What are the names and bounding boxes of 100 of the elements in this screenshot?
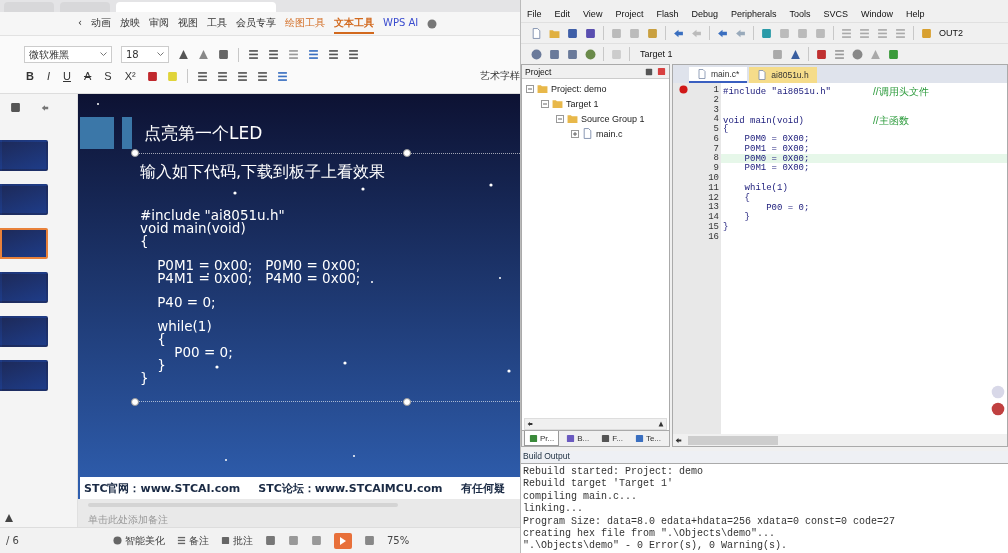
format-button[interactable]: X² [122, 70, 138, 82]
save-all-icon[interactable] [585, 27, 596, 39]
format-button[interactable]: B [24, 70, 36, 82]
selection-handle[interactable] [403, 398, 411, 406]
menu-tab[interactable]: WPS AI [383, 15, 419, 32]
scrollbar[interactable] [524, 418, 667, 430]
selection-handle[interactable] [403, 149, 411, 157]
chevron-down-icon[interactable] [100, 52, 107, 57]
format-button[interactable]: A [81, 70, 94, 82]
open-folder-icon[interactable] [549, 27, 560, 39]
menu-tab[interactable]: 审阅 [149, 13, 169, 34]
slide-thumbnail[interactable] [0, 272, 48, 303]
indent-icon[interactable] [841, 27, 852, 39]
search-icon[interactable] [427, 18, 438, 29]
menu-tab[interactable]: 绘图工具 [285, 13, 325, 34]
circle-icon[interactable] [991, 402, 1005, 416]
align-left-icon[interactable] [196, 70, 208, 82]
play-button[interactable] [333, 532, 352, 549]
menu-item[interactable]: View [583, 9, 603, 19]
rebuild-icon[interactable] [549, 48, 560, 60]
slide-thumbnail[interactable] [0, 140, 48, 171]
panel-tab[interactable]: F... [596, 431, 628, 446]
batch-icon[interactable] [567, 48, 578, 60]
menu-tab[interactable]: 放映 [120, 13, 140, 34]
bullet-list-icon[interactable] [248, 49, 259, 60]
tree-item[interactable]: Source Group 1 [581, 113, 645, 124]
menu-item[interactable]: Edit [554, 9, 571, 19]
bookmark-icon[interactable] [815, 27, 826, 39]
menu-tab[interactable]: 视图 [178, 13, 198, 34]
selection-handle[interactable] [131, 149, 139, 157]
editor-tab[interactable]: main.c* [689, 67, 748, 83]
zoom-level[interactable]: 75% [386, 535, 410, 546]
align-center-icon[interactable] [216, 70, 228, 82]
bookmark-icon[interactable] [779, 27, 790, 39]
copy-icon[interactable] [629, 27, 640, 39]
grow-font-icon[interactable] [178, 49, 189, 60]
uncomment-icon[interactable] [895, 27, 906, 39]
undo-icon[interactable] [673, 27, 684, 39]
panel-tab[interactable]: Pr... [524, 431, 560, 446]
pin-icon[interactable] [645, 67, 653, 76]
direction-icon[interactable] [348, 49, 359, 60]
target-select[interactable]: Target 1 [637, 46, 765, 62]
panel-tab[interactable]: Te... [629, 431, 667, 446]
menu-tab[interactable]: 动画 [91, 13, 111, 34]
panel-tab[interactable]: B... [561, 431, 595, 446]
menu-item[interactable]: Flash [656, 9, 679, 19]
forward-icon[interactable] [735, 27, 746, 39]
slide-thumbnail[interactable] [0, 184, 48, 215]
reading-view-icon[interactable] [310, 535, 322, 546]
paste-icon[interactable] [647, 27, 658, 39]
grid-view-icon[interactable] [287, 535, 299, 546]
beautify-button[interactable]: 智能美化 [112, 533, 165, 548]
save-icon[interactable] [567, 27, 578, 39]
manage-icon[interactable] [816, 48, 827, 60]
menu-tab[interactable]: 工具 [207, 13, 227, 34]
menu-item[interactable]: Window [861, 9, 894, 19]
menu-item[interactable]: Tools [789, 9, 811, 19]
indent-icon[interactable] [308, 49, 319, 60]
outdent-icon[interactable] [859, 27, 870, 39]
slide-thumbnail[interactable] [0, 228, 48, 259]
menu-item[interactable]: SVCS [823, 9, 848, 19]
redo-icon[interactable] [691, 27, 702, 39]
extensions-icon[interactable] [888, 48, 899, 60]
dropdown-icon[interactable] [772, 48, 783, 60]
download-icon[interactable] [585, 48, 596, 60]
bookmark-icon[interactable] [761, 27, 772, 39]
eraser-icon[interactable] [218, 49, 229, 60]
tree-item[interactable]: Project: demo [551, 83, 607, 94]
format-button[interactable]: S [102, 70, 114, 82]
font-select[interactable]: 微软雅黑 [24, 46, 112, 63]
size-select[interactable]: 18 [121, 46, 169, 63]
comments-button[interactable]: 批注 [220, 533, 253, 548]
menu-item[interactable]: Project [615, 9, 644, 19]
ribbon-label[interactable]: 艺术字样 [480, 69, 520, 83]
expand-icon[interactable] [571, 129, 579, 138]
slide-thumbnail[interactable] [0, 316, 48, 347]
menu-item[interactable]: File [527, 9, 542, 19]
tree-item[interactable]: Target 1 [566, 98, 599, 109]
bookmark-icon[interactable] [797, 27, 808, 39]
menu-item[interactable]: Peripherals [730, 9, 777, 19]
shrink-font-icon[interactable] [198, 49, 209, 60]
outdent-icon[interactable] [288, 49, 299, 60]
editor-tab[interactable]: ai8051u.h [749, 67, 817, 83]
menu-tab[interactable]: 会员专享 [236, 13, 276, 34]
collapse-icon[interactable] [526, 84, 534, 93]
files-icon[interactable] [834, 48, 845, 60]
build-icon[interactable] [531, 48, 542, 60]
font-color-icon[interactable] [146, 70, 158, 82]
menu-tab[interactable]: ‹ [78, 15, 82, 32]
menu-item[interactable]: Help [906, 9, 925, 19]
format-button[interactable]: U [61, 70, 73, 82]
fit-icon[interactable] [363, 535, 375, 546]
notes-button[interactable]: 备注 [176, 533, 209, 548]
numbered-list-icon[interactable] [268, 49, 279, 60]
selection-handle[interactable] [131, 398, 139, 406]
format-button[interactable]: I [44, 70, 52, 82]
scrollbar[interactable] [673, 434, 1007, 446]
normal-view-icon[interactable] [264, 535, 276, 546]
cut-icon[interactable] [611, 27, 622, 39]
new-file-icon[interactable] [531, 27, 542, 39]
